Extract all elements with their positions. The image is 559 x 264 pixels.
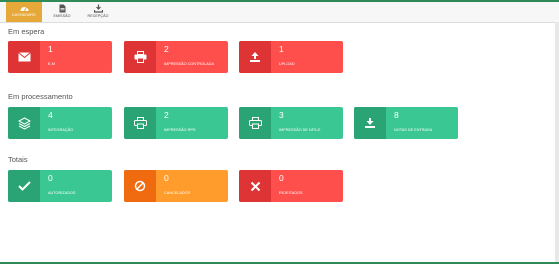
x-icon — [250, 181, 260, 191]
upload-icon — [250, 52, 260, 62]
card-impressao-rps[interactable]: 2 IMPRESSÃO RPS — [124, 107, 228, 139]
card-autorizados[interactable]: 0 AUTORIZADOS — [8, 170, 112, 202]
card-label: NOTAS DE ENTRADA — [394, 128, 433, 132]
card-label: UPLOAD — [279, 62, 295, 66]
card-icon-box — [239, 41, 271, 73]
card-label: IMPRESSÃO DE NFS-E — [279, 128, 321, 132]
scrollbar-track[interactable] — [555, 22, 559, 264]
card-icon-box — [8, 107, 40, 139]
card-rejeitados[interactable]: 0 REJEITADOS — [239, 170, 343, 202]
card-label: IMPRESSÃO CONTROLADA — [164, 62, 215, 66]
section-title-processing: Em processamento — [8, 92, 73, 101]
card-count: 3 — [279, 110, 284, 120]
card-label: AUTORIZADOS — [48, 191, 76, 195]
card-icon-box — [239, 170, 271, 202]
tab-emissao[interactable]: EMISSÃO — [44, 2, 80, 22]
printer-icon — [248, 117, 262, 129]
tab-label: RECEPÇÃO — [87, 14, 109, 18]
section-title-waiting: Em espera — [8, 27, 45, 36]
tab-label: EMISSÃO — [53, 14, 71, 18]
card-icon-box — [124, 41, 156, 73]
section-title-totals: Totais — [8, 155, 28, 164]
document-icon — [59, 4, 65, 13]
card-upload[interactable]: 1 UPLOAD — [239, 41, 343, 73]
tab-recepcao[interactable]: RECEPÇÃO — [80, 2, 116, 22]
card-label: REJEITADOS — [279, 191, 303, 195]
card-count: 1 — [48, 44, 53, 54]
layers-icon — [17, 116, 31, 130]
card-label: CANCELADOS — [164, 191, 191, 195]
tab-dashboard[interactable]: DASHBOARD — [6, 2, 42, 22]
download-icon — [93, 4, 103, 13]
card-integracao[interactable]: 4 INTEGRAÇÃO — [8, 107, 112, 139]
card-label: INTEGRAÇÃO — [48, 128, 74, 132]
printer-icon — [133, 117, 147, 129]
printer-icon — [134, 51, 146, 63]
card-cancelados[interactable]: 0 CANCELADOS — [124, 170, 228, 202]
top-tab-bar: DASHBOARD EMISSÃO RECEPÇÃO — [0, 2, 559, 23]
card-count: 4 — [48, 110, 53, 120]
card-impressao-controlada[interactable]: 2 IMPRESSÃO CONTROLADA — [124, 41, 228, 73]
check-icon — [17, 181, 31, 191]
card-impressao-nfse[interactable]: 3 IMPRESSÃO DE NFS-E — [239, 107, 343, 139]
tab-label: DASHBOARD — [12, 13, 36, 17]
card-count: 1 — [279, 44, 284, 54]
card-notas-de-entrada[interactable]: 8 NOTAS DE ENTRADA — [354, 107, 458, 139]
card-icon-box — [124, 170, 156, 202]
card-icon-box — [8, 170, 40, 202]
download-tray-icon — [365, 118, 375, 128]
card-count: 0 — [279, 173, 284, 183]
card-icon-box — [8, 41, 40, 73]
card-count: 2 — [164, 110, 169, 120]
card-count: 0 — [164, 173, 169, 183]
card-count: 8 — [394, 110, 399, 120]
card-icon-box — [124, 107, 156, 139]
card-label: IMPRESSÃO RPS — [164, 128, 196, 132]
dashboard-icon — [20, 6, 28, 12]
ban-icon — [134, 180, 146, 192]
card-count: 2 — [164, 44, 169, 54]
card-icon-box — [354, 107, 386, 139]
card-count: 0 — [48, 173, 53, 183]
card-label: E-M — [48, 62, 55, 66]
card-email[interactable]: 1 E-M — [8, 41, 112, 73]
card-icon-box — [239, 107, 271, 139]
envelope-icon — [17, 52, 31, 62]
